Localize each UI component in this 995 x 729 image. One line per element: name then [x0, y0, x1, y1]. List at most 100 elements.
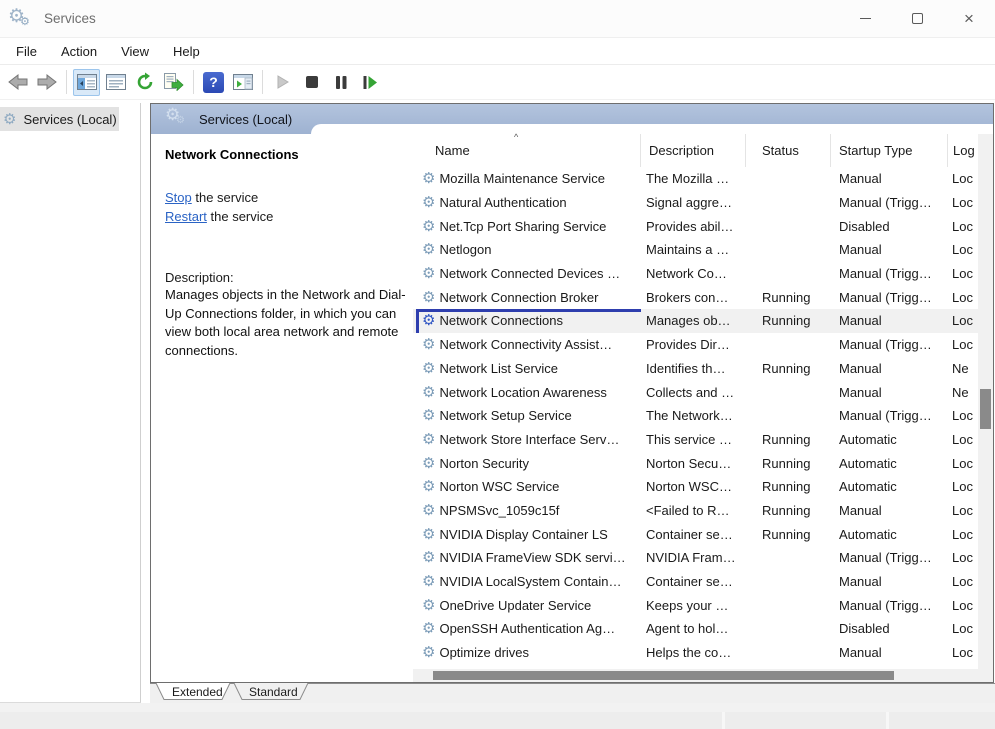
service-startup-type-cell: Manual — [831, 503, 948, 518]
table-row[interactable]: ⚙ Network Connectivity Assist… Provides … — [413, 333, 978, 357]
horizontal-scrollbar[interactable] — [413, 669, 978, 682]
restart-service-button[interactable] — [356, 69, 383, 96]
table-row[interactable]: ⚙ NVIDIA FrameView SDK servi… NVIDIA Fra… — [413, 546, 978, 570]
help-button[interactable]: ? — [200, 69, 227, 96]
service-status-cell: Running — [746, 479, 831, 494]
service-name-cell: ⚙ NVIDIA Display Container LS — [413, 522, 641, 546]
list-header: ^ Name Description Status Startup Type L… — [413, 134, 993, 167]
table-row[interactable]: ⚙ Norton WSC Service Norton WSC… Running… — [413, 475, 978, 499]
close-button[interactable]: × — [943, 0, 995, 37]
table-row[interactable]: ⚙ Natural Authentication Signal aggre… M… — [413, 191, 978, 215]
tab-standard-label[interactable]: Standard — [249, 685, 298, 699]
service-name-cell: ⚙ Network Connection Broker — [413, 285, 641, 309]
service-gear-icon: ⚙ — [422, 550, 435, 565]
service-log-on-as-cell: Ne — [948, 361, 978, 376]
service-name-cell: ⚙ Network Location Awareness — [413, 380, 641, 404]
menu-file[interactable]: File — [4, 40, 49, 63]
table-row[interactable]: ⚙ Network Store Interface Serv… This ser… — [413, 428, 978, 452]
table-row[interactable]: ⚙ Network Connected Devices … Network Co… — [413, 262, 978, 286]
service-description-cell: Manages ob… — [641, 313, 746, 328]
service-name-cell: ⚙ Norton Security — [413, 451, 641, 475]
service-name: OneDrive Updater Service — [439, 598, 591, 613]
menu-help[interactable]: Help — [161, 40, 212, 63]
table-row[interactable]: ⚙ Network Setup Service The Network… Man… — [413, 404, 978, 428]
column-header-log-on-as[interactable]: Log — [948, 134, 978, 167]
horizontal-scrollbar-thumb[interactable] — [433, 671, 894, 680]
service-name-cell: ⚙ Network Connected Devices … — [413, 262, 641, 286]
service-log-on-as-cell: Loc — [948, 195, 978, 210]
maximize-button[interactable] — [891, 0, 943, 37]
service-startup-type-cell: Manual — [831, 645, 948, 660]
table-row[interactable]: ⚙ NVIDIA Display Container LS Container … — [413, 522, 978, 546]
restart-service-line: Restart the service — [165, 207, 399, 226]
export-list-button[interactable] — [160, 69, 187, 96]
service-status-cell: Running — [746, 290, 831, 305]
back-button[interactable] — [4, 69, 31, 96]
service-detail-pane: Network Connections Stop the service Res… — [151, 134, 413, 682]
service-description-cell: <Failed to R… — [641, 503, 746, 518]
service-log-on-as-cell: Loc — [948, 503, 978, 518]
vertical-scrollbar[interactable] — [978, 134, 993, 669]
table-row[interactable]: ⚙ NVIDIA LocalSystem Contain… Container … — [413, 570, 978, 594]
service-description-cell: The Network… — [641, 408, 746, 423]
services-pane: ⚙ ⚙ Services (Local) Network Connections… — [150, 103, 994, 683]
table-row[interactable]: ⚙ OpenSSH Authentication Ag… Agent to ho… — [413, 617, 978, 641]
show-action-pane-button[interactable] — [229, 69, 256, 96]
service-startup-type-cell: Manual — [831, 171, 948, 186]
minimize-button[interactable] — [839, 0, 891, 37]
services-list-pane: ^ Name Description Status Startup Type L… — [413, 134, 993, 682]
table-row[interactable]: ⚙ Network Location Awareness Collects an… — [413, 380, 978, 404]
table-row[interactable]: ⚙ Network Connections Manages ob… Runnin… — [413, 309, 978, 333]
tree-item-services-local[interactable]: ⚙ Services (Local) — [0, 107, 119, 131]
service-status-cell: Running — [746, 361, 831, 376]
service-name: Network List Service — [439, 361, 557, 376]
column-header-description[interactable]: Description — [641, 134, 746, 167]
service-name: NVIDIA LocalSystem Contain… — [439, 574, 621, 589]
table-row[interactable]: ⚙ Netlogon Maintains a … Manual Loc — [413, 238, 978, 262]
column-header-startup-type[interactable]: Startup Type — [831, 134, 948, 167]
table-row[interactable]: ⚙ NPSMSvc_1059c15f <Failed to R… Running… — [413, 499, 978, 523]
table-row[interactable]: ⚙ Network List Service Identifies th… Ru… — [413, 357, 978, 381]
table-row[interactable]: ⚙ Net.Tcp Port Sharing Service Provides … — [413, 214, 978, 238]
start-service-button[interactable] — [269, 69, 296, 96]
service-startup-type-cell: Manual (Trigg… — [831, 598, 948, 613]
sort-ascending-icon: ^ — [514, 132, 518, 142]
window-title: Services — [44, 11, 96, 26]
table-row[interactable]: ⚙ OneDrive Updater Service Keeps your … … — [413, 593, 978, 617]
console-tree-icon — [77, 74, 97, 90]
restart-service-icon — [362, 75, 378, 90]
service-startup-type-cell: Manual (Trigg… — [831, 290, 948, 305]
vertical-scrollbar-thumb[interactable] — [980, 389, 991, 429]
service-name-cell: ⚙ Network List Service — [413, 357, 641, 381]
restart-service-link[interactable]: Restart — [165, 209, 207, 224]
service-name: NPSMSvc_1059c15f — [439, 503, 559, 518]
service-gear-icon: ⚙ — [422, 503, 435, 518]
pause-service-button[interactable] — [327, 69, 354, 96]
service-name: NVIDIA Display Container LS — [439, 527, 607, 542]
service-startup-type-cell: Manual (Trigg… — [831, 337, 948, 352]
service-name-cell: ⚙ OneDrive Updater Service — [413, 593, 641, 617]
column-header-status[interactable]: Status — [746, 134, 831, 167]
properties-icon — [106, 74, 126, 90]
service-startup-type-cell: Manual (Trigg… — [831, 266, 948, 281]
service-gear-icon: ⚙ — [422, 645, 435, 660]
table-row[interactable]: ⚙ Optimize drives Helps the co… Manual L… — [413, 641, 978, 665]
service-description-cell: Norton WSC… — [641, 479, 746, 494]
service-gear-icon: ⚙ — [422, 266, 435, 281]
table-row[interactable]: ⚙ Norton Security Norton Secu… Running A… — [413, 451, 978, 475]
close-icon: × — [964, 10, 974, 27]
table-row[interactable]: ⚙ Mozilla Maintenance Service The Mozill… — [413, 167, 978, 191]
show-console-tree-button[interactable] — [73, 69, 100, 96]
menu-view[interactable]: View — [109, 40, 161, 63]
forward-button[interactable] — [33, 69, 60, 96]
properties-button[interactable] — [102, 69, 129, 96]
stop-service-button[interactable] — [298, 69, 325, 96]
refresh-button[interactable] — [131, 69, 158, 96]
table-row[interactable]: ⚙ Network Connection Broker Brokers con…… — [413, 285, 978, 309]
column-header-name[interactable]: Name — [413, 134, 641, 167]
tab-extended-label[interactable]: Extended — [172, 685, 223, 699]
menu-action[interactable]: Action — [49, 40, 109, 63]
service-log-on-as-cell: Loc — [948, 266, 978, 281]
stop-service-link[interactable]: Stop — [165, 190, 192, 205]
rounded-corner — [311, 124, 993, 134]
